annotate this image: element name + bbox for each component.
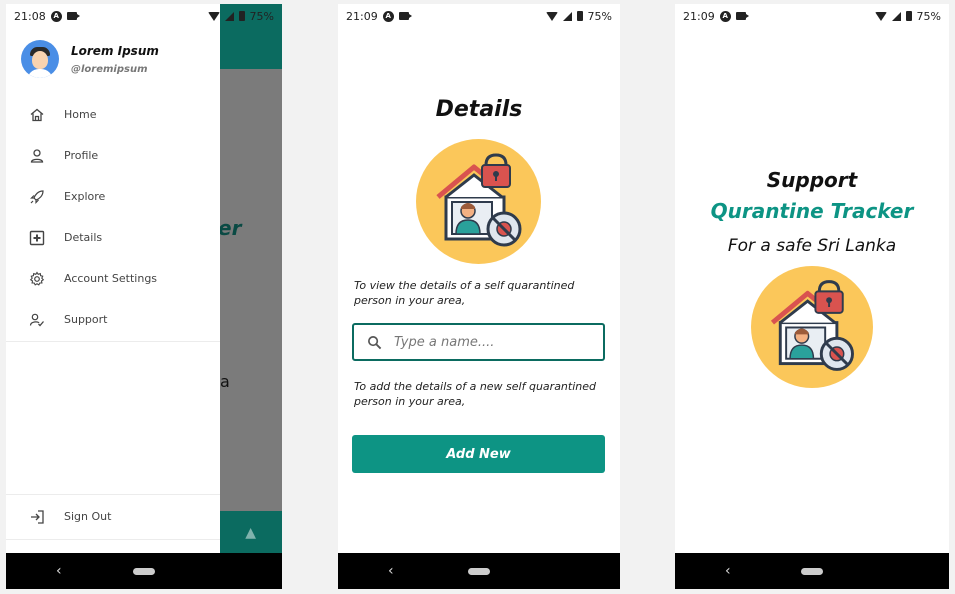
battery-icon (905, 11, 912, 21)
signal-icon (891, 11, 901, 21)
signal-icon (224, 11, 234, 21)
drawer-header[interactable]: Lorem Ipsum @loremipsum (21, 40, 159, 78)
battery-level: 75% (249, 9, 274, 23)
avatar[interactable] (21, 40, 59, 78)
support-screen: 21:09 A 75% Support Qurantine Tracker Fo… (675, 4, 949, 589)
sign-out-button[interactable]: Sign Out (6, 496, 220, 537)
view-instruction-text: To view the details of a self quarantine… (354, 279, 575, 307)
menu-item-label: Profile (64, 149, 99, 162)
sign-out-section: Sign Out (6, 496, 220, 537)
status-time: 21:09 (683, 9, 715, 23)
user-handle: @loremipsum (71, 63, 148, 75)
status-bar: 21:09 A 75% (675, 4, 949, 28)
wifi-icon (874, 11, 887, 21)
sign-out-label: Sign Out (64, 510, 112, 523)
back-icon[interactable]: ‹ (388, 563, 394, 579)
background-text-fragment: a (220, 372, 230, 391)
menu-item-support[interactable]: Support (6, 299, 220, 340)
support-heading: Support (766, 168, 858, 192)
battery-level: 75% (587, 9, 612, 23)
system-nav-bar: ‹ (675, 553, 949, 589)
notification-icon: A (719, 10, 731, 22)
medical-plus-icon (6, 230, 64, 246)
menu-item-label: Explore (64, 190, 106, 203)
home-pill-icon[interactable] (801, 567, 823, 575)
home-icon (6, 107, 64, 123)
notification-icon: A (50, 10, 62, 22)
drawer-menu: Home Profile Explore Details Account Set… (6, 94, 220, 340)
home-pill-icon[interactable] (133, 567, 155, 575)
menu-item-home[interactable]: Home (6, 94, 220, 135)
status-bar: 21:08 A 75% (6, 4, 282, 28)
menu-item-label: Home (64, 108, 97, 121)
back-icon[interactable]: ‹ (725, 563, 731, 579)
system-nav-bar: ‹ (338, 553, 620, 589)
signal-icon (562, 11, 572, 21)
drawer-screen: er a ▲ 21:08 A 75% Lorem Ipsum @loremips… (6, 4, 282, 589)
menu-item-profile[interactable]: Profile (6, 135, 220, 176)
search-input[interactable] (394, 334, 603, 350)
user-name: Lorem Ipsum (71, 43, 159, 58)
person-icon (6, 148, 64, 164)
quarantine-house-illustration (751, 266, 873, 388)
navigation-drawer: Lorem Ipsum @loremipsum Home Profile Exp… (6, 4, 220, 553)
battery-icon (238, 11, 245, 21)
status-bar: 21:09 A 75% (338, 4, 620, 28)
home-pill-icon[interactable] (468, 567, 490, 575)
search-icon (354, 335, 394, 350)
app-name-heading: Qurantine Tracker (710, 199, 914, 223)
menu-divider (6, 341, 220, 342)
system-nav-bar: ‹ (6, 553, 282, 589)
battery-level: 75% (916, 9, 941, 23)
bottom-divider (6, 539, 220, 540)
notification-icon: A (382, 10, 394, 22)
wifi-icon (207, 11, 220, 21)
menu-item-explore[interactable]: Explore (6, 176, 220, 217)
menu-item-label: Details (64, 231, 103, 244)
back-icon[interactable]: ‹ (56, 563, 62, 579)
sign-out-icon (6, 509, 64, 525)
gear-icon (6, 271, 64, 287)
camera-icon (398, 12, 412, 20)
menu-item-label: Account Settings (64, 272, 158, 285)
add-new-button[interactable]: Add New (352, 435, 605, 473)
support-icon (6, 312, 64, 328)
camera-icon (66, 12, 80, 20)
search-field[interactable] (352, 323, 605, 361)
menu-item-label: Support (64, 313, 108, 326)
status-time: 21:08 (14, 9, 46, 23)
rocket-icon: ▲ (245, 525, 256, 541)
add-instruction-text: To add the details of a new self quarant… (354, 380, 596, 408)
quarantine-house-illustration (416, 139, 541, 264)
tagline: For a safe Sri Lanka (727, 236, 897, 256)
status-time: 21:09 (346, 9, 378, 23)
details-screen: 21:09 A 75% Details To view the details … (338, 4, 620, 589)
background-title-fragment: er (218, 216, 242, 240)
camera-icon (735, 12, 749, 20)
rocket-icon (6, 189, 64, 205)
menu-item-account-settings[interactable]: Account Settings (6, 258, 220, 299)
page-title: Details (435, 97, 523, 122)
menu-item-details[interactable]: Details (6, 217, 220, 258)
wifi-icon (545, 11, 558, 21)
battery-icon (576, 11, 583, 21)
sign-out-divider (6, 494, 220, 495)
